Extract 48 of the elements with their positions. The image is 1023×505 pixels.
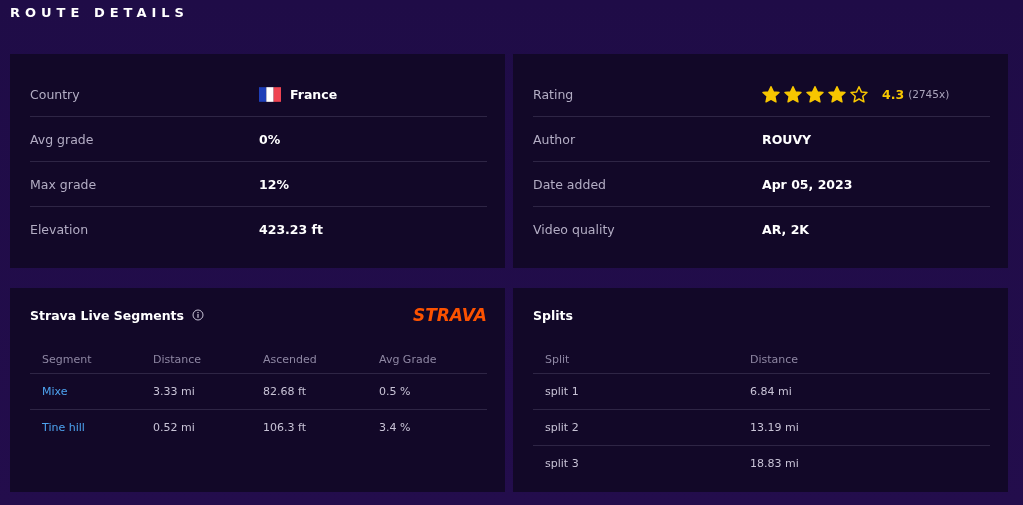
column-header: Split (545, 353, 571, 366)
table-cell-text: 6.84 mi (750, 385, 793, 398)
detail-value: 12% (259, 176, 289, 192)
column-header: Distance (750, 353, 800, 366)
column-header: Avg Grade (379, 353, 438, 366)
rating-value: 4.3 (882, 86, 905, 102)
table-cell-text: 3.4 % (379, 421, 412, 434)
table-cell-text: 0.52 mi (153, 421, 196, 434)
table-cell-text: split 3 (545, 457, 580, 470)
segment-link[interactable]: Mixe (42, 385, 153, 398)
star-icon (828, 85, 846, 103)
detail-label: Elevation (30, 221, 90, 237)
strava-logo: STRAVA (412, 305, 487, 325)
star-outline-icon (850, 85, 868, 103)
detail-label: Date added (533, 176, 607, 192)
rating-count: (2745x) (908, 88, 950, 100)
flag-icon (259, 86, 281, 102)
card-title: Strava Live Segments (30, 307, 184, 323)
star-icon (806, 85, 824, 103)
table-cell-text: split 1 (545, 385, 580, 398)
table-cell-text: 106.3 ft (263, 421, 307, 434)
table-cell-text: 18.83 mi (750, 457, 800, 470)
section-title: ROUTE DETAILS (10, 4, 190, 22)
detail-label: Author (533, 131, 577, 147)
detail-value: 0% (259, 131, 281, 147)
table-cell-text: 0.5 % (379, 385, 412, 398)
column-header: Ascended (263, 353, 318, 366)
column-header: Segment (42, 353, 93, 366)
star-icon (784, 85, 802, 103)
table-cell-text: 3.33 mi (153, 385, 196, 398)
detail-label: Avg grade (30, 131, 95, 147)
detail-label: Max grade (30, 176, 98, 192)
table-cell-text: 13.19 mi (750, 421, 800, 434)
detail-value: Apr 05, 2023 (762, 176, 853, 192)
detail-value: AR, 2K (762, 221, 809, 237)
info-icon[interactable] (192, 309, 204, 321)
detail-label: Video quality (533, 221, 616, 237)
detail-value: 423.23 ft (259, 221, 323, 237)
detail-value: ROUVY (762, 131, 812, 147)
star-icon (762, 85, 780, 103)
table-cell-text: split 2 (545, 421, 580, 434)
detail-label: Rating (533, 86, 575, 102)
detail-label: Country (30, 86, 81, 102)
table-cell-text: 82.68 ft (263, 385, 307, 398)
card-title: Splits (533, 307, 573, 323)
detail-value: France (290, 86, 338, 102)
column-header: Distance (153, 353, 203, 366)
segment-link[interactable]: Tine hill (42, 421, 153, 434)
